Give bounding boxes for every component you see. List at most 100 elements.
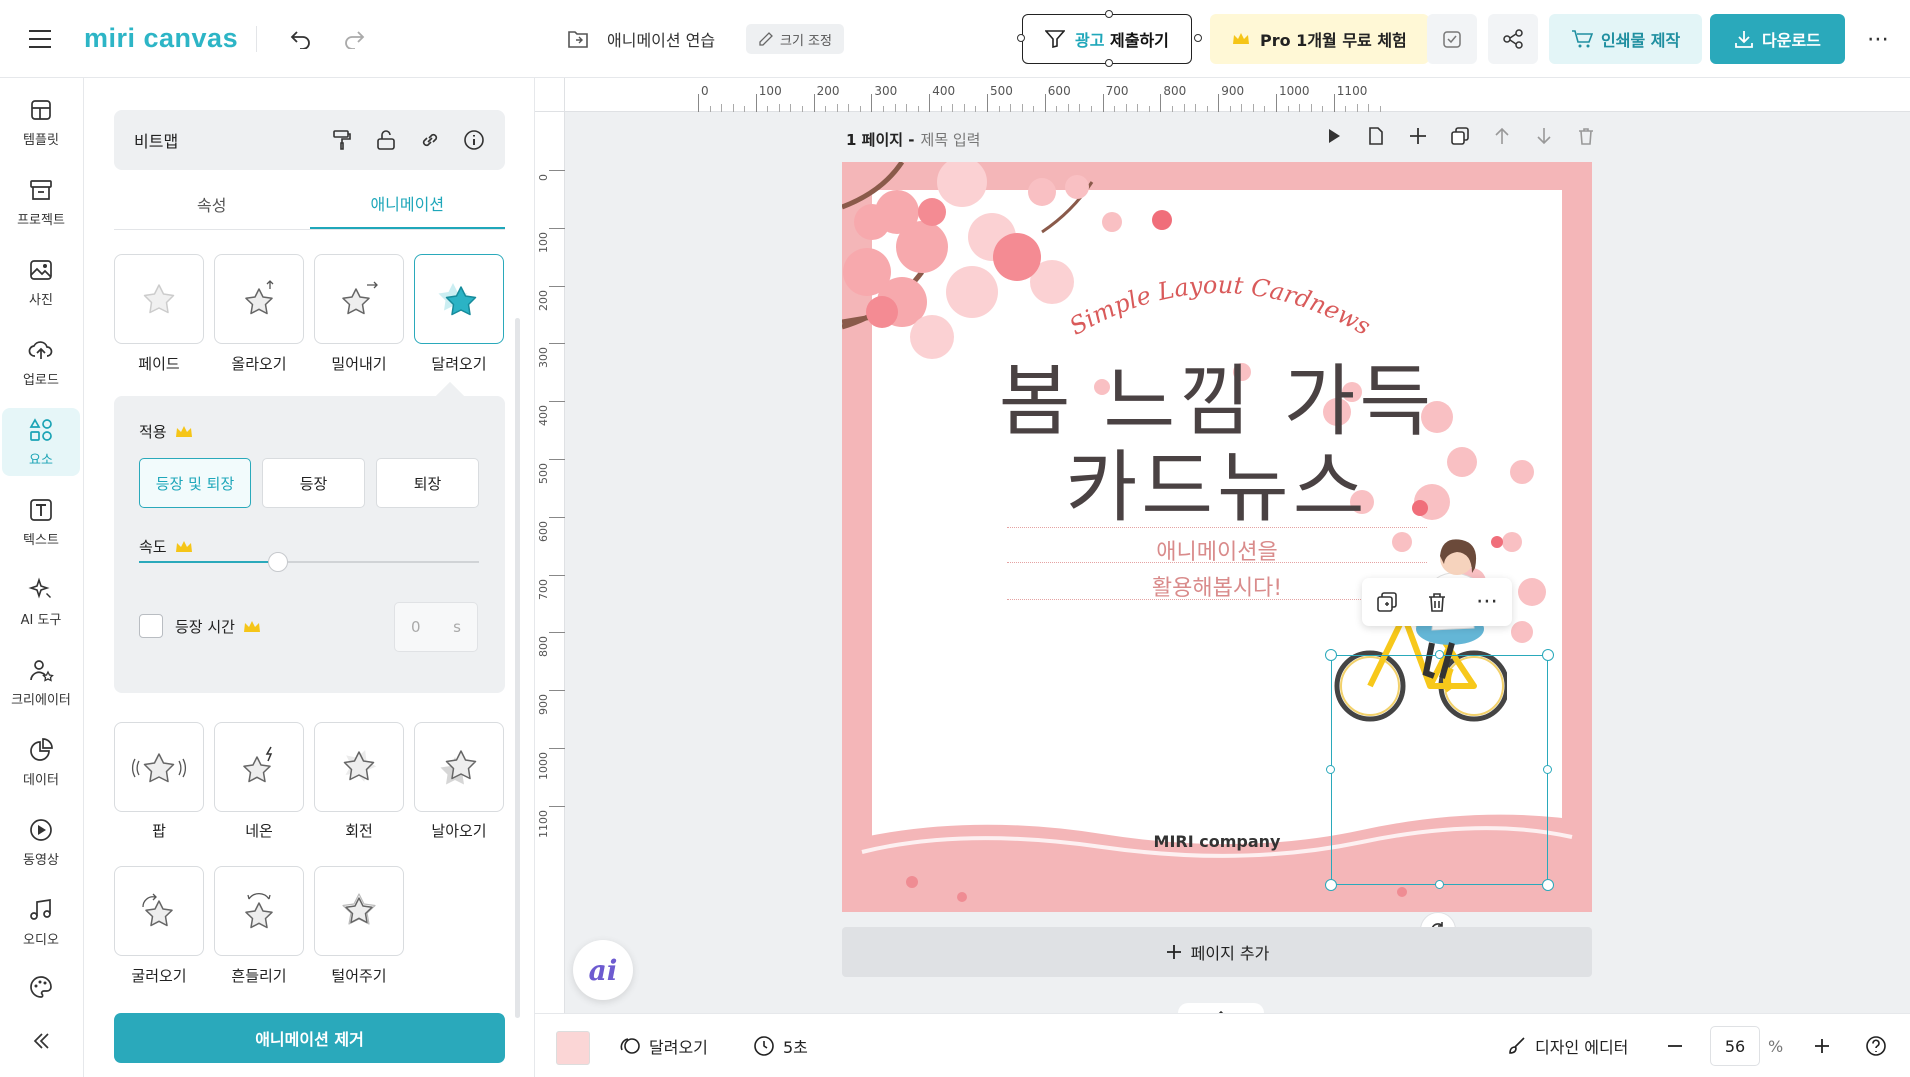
remove-animation-button[interactable]: 애니메이션 제거 — [114, 1013, 505, 1063]
duplicate-icon[interactable] — [1450, 126, 1470, 146]
ruler-minor-tick — [1056, 106, 1058, 112]
resize-button[interactable]: 크기 조정 — [746, 24, 844, 54]
tab-animation[interactable]: 애니메이션 — [309, 178, 505, 229]
logo[interactable]: miri canvas — [84, 20, 238, 56]
rail-item-project[interactable]: 프로젝트 — [2, 168, 80, 236]
card-title-line1[interactable]: 봄 느낌 가득 — [842, 359, 1592, 446]
arrow-down-icon[interactable] — [1534, 126, 1554, 146]
zoom-in-icon[interactable] — [1812, 1014, 1832, 1077]
resize-handle-bl[interactable] — [1325, 879, 1337, 891]
anim-fly-in-card[interactable] — [414, 722, 504, 812]
ruler-tick — [1276, 94, 1277, 112]
page-icon[interactable] — [1366, 126, 1386, 146]
play-icon[interactable] — [1324, 126, 1344, 146]
ruler-minor-tick — [1033, 106, 1035, 112]
undo-icon[interactable] — [283, 21, 319, 57]
animation-icon — [620, 1038, 640, 1054]
anim-pop-card[interactable] — [114, 722, 204, 812]
apply-option-enter[interactable]: 등장 — [262, 458, 365, 508]
anim-rotate-card[interactable] — [314, 722, 404, 812]
current-animation-button[interactable]: 달려오기 — [619, 1014, 708, 1077]
rail-item-ai-tools[interactable]: AI 도구 — [2, 568, 80, 636]
pro-trial-button[interactable]: Pro 1개월 무료 체험 — [1210, 14, 1429, 64]
tab-properties[interactable]: 속성 — [114, 178, 310, 229]
ruler-label: 400 — [932, 84, 956, 98]
page-title-input[interactable]: 제목 입력 — [921, 129, 981, 150]
rail-item-upload[interactable]: 업로드 — [2, 328, 80, 396]
anim-shake-card[interactable] — [214, 866, 304, 956]
print-order-button[interactable]: 인쇄물 제작 — [1549, 14, 1703, 64]
ai-assistant-button[interactable]: ai — [573, 940, 633, 1000]
anim-rise-card[interactable] — [214, 254, 304, 344]
ad-submit-button[interactable]: 광고 제출하기 — [1022, 14, 1192, 64]
resize-handle-t[interactable] — [1435, 650, 1444, 659]
add-icon[interactable] — [1408, 126, 1428, 146]
anim-neon-card[interactable] — [214, 722, 304, 812]
panel-scrollbar[interactable] — [515, 318, 520, 1018]
speed-slider-knob[interactable] — [268, 552, 289, 572]
rail-item-elements[interactable]: 요소 — [2, 408, 80, 476]
anim-push-card[interactable] — [314, 254, 404, 344]
ruler-tick — [1333, 94, 1335, 112]
anim-shake-off-card[interactable] — [314, 866, 404, 956]
panel-scrollbar-thumb[interactable] — [515, 318, 520, 1018]
apply-option-both[interactable]: 등장 및 퇴장 — [139, 458, 251, 508]
rail-item-photo[interactable]: 사진 — [2, 248, 80, 316]
resize-handle-tl[interactable] — [1325, 649, 1337, 661]
ruler-label: 800 — [537, 636, 550, 658]
anim-label: 팝 — [152, 822, 166, 840]
trash-icon[interactable] — [1426, 591, 1448, 613]
rail-item-text[interactable]: 텍스트 — [2, 488, 80, 556]
help-icon[interactable] — [1865, 1014, 1887, 1077]
document-name[interactable]: 애니메이션 연습 — [607, 26, 715, 52]
duplicate-icon[interactable] — [1376, 591, 1398, 613]
download-button[interactable]: 다운로드 — [1710, 14, 1845, 64]
ruler-minor-tick — [1171, 106, 1173, 112]
add-page-button[interactable]: 페이지 추가 — [842, 927, 1592, 977]
anim-roll-in-card[interactable] — [114, 866, 204, 956]
speed-slider[interactable] — [139, 552, 479, 572]
resize-handle-r[interactable] — [1543, 765, 1552, 774]
appear-time-input[interactable]: 0 s — [394, 602, 478, 652]
design-editor-button[interactable]: 디자인 에디터 — [1507, 1014, 1628, 1077]
rail-item-template[interactable]: 템플릿 — [2, 88, 80, 156]
background-color-swatch[interactable] — [556, 1031, 590, 1065]
ruler-minor-tick — [1067, 104, 1069, 112]
rail-item-creator[interactable]: 크리에이터 — [2, 648, 80, 716]
more-icon[interactable]: ⋯ — [1476, 591, 1498, 613]
paint-roller-icon[interactable] — [331, 129, 353, 151]
redo-icon[interactable] — [336, 21, 372, 57]
appear-time-checkbox[interactable] — [139, 614, 163, 638]
folder-icon[interactable] — [560, 21, 596, 57]
share-icon[interactable] — [1488, 14, 1538, 64]
zoom-out-icon[interactable] — [1665, 1014, 1685, 1077]
collapse-panel-icon[interactable] — [2, 1016, 80, 1066]
apply-option-exit[interactable]: 퇴장 — [376, 458, 479, 508]
resize-handle-l[interactable] — [1326, 765, 1335, 774]
anim-fade-card[interactable] — [114, 254, 204, 344]
ruler-label: 1100 — [537, 809, 550, 838]
ruler-minor-tick — [790, 104, 792, 112]
rail-item-theme[interactable] — [2, 962, 80, 1012]
menu-icon[interactable] — [22, 21, 58, 57]
trash-icon[interactable] — [1576, 126, 1596, 146]
resize-handle-tr[interactable] — [1542, 649, 1554, 661]
resize-handle-br[interactable] — [1542, 879, 1554, 891]
zoom-input[interactable]: 56 — [1710, 1026, 1760, 1066]
card-title-line2[interactable]: 카드뉴스 — [842, 445, 1592, 532]
unlock-icon[interactable] — [375, 129, 397, 151]
info-icon[interactable] — [463, 129, 485, 151]
rail-item-data[interactable]: 데이터 — [2, 728, 80, 796]
resize-handle-b[interactable] — [1435, 880, 1444, 889]
ruler-tick — [549, 690, 565, 692]
anim-run-in-card[interactable] — [414, 254, 504, 344]
rail-item-audio[interactable]: 오디오 — [2, 888, 80, 956]
duration-button[interactable]: 5초 — [753, 1014, 808, 1077]
save-icon[interactable] — [1427, 14, 1477, 64]
link-icon[interactable] — [419, 129, 441, 151]
arrow-up-icon[interactable] — [1492, 126, 1512, 146]
rail-item-video[interactable]: 동영상 — [2, 808, 80, 876]
ruler-minor-tick — [1091, 106, 1093, 112]
more-icon[interactable]: ⋯ — [1860, 21, 1896, 57]
anim-label: 올라오기 — [231, 355, 287, 373]
